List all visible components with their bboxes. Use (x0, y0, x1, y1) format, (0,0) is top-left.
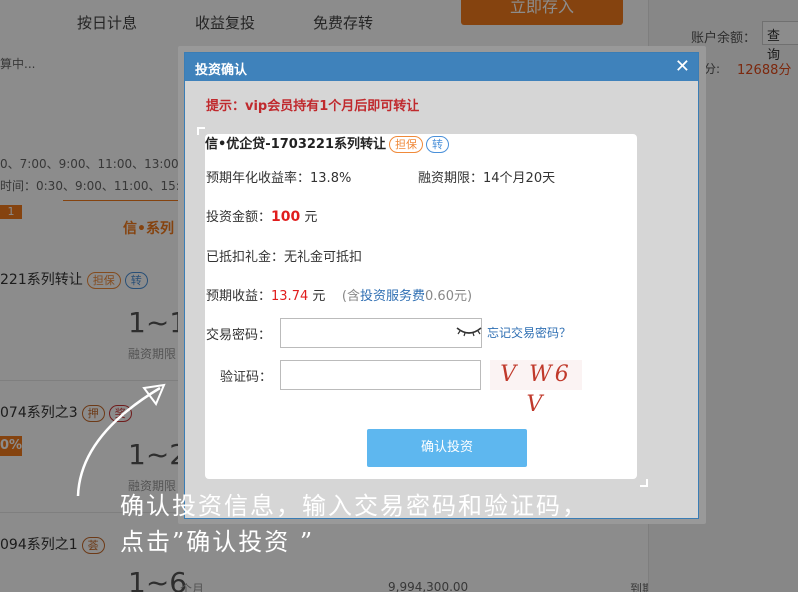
tag-guarantee: 担保 (389, 136, 424, 153)
highlight-corner (197, 127, 205, 135)
annotation-line-2: 点击”确认投资 ” (120, 528, 315, 556)
product-title: 信•优企贷-1703221系列转让 担保转 (205, 133, 450, 153)
tag-transfer: 转 (426, 136, 450, 153)
service-fee-link[interactable]: 投资服务费 (360, 289, 425, 304)
password-label: 交易密码： (206, 328, 272, 343)
annotation-arrow-icon (76, 383, 166, 497)
eye-closed-icon[interactable] (455, 322, 483, 338)
income-row: 预期收益：13.74 元 (含投资服务费0.60元) (206, 289, 473, 304)
dialog-title: 投资确认 (195, 63, 248, 78)
dialog-header: 投资确认 ✕ (185, 53, 698, 81)
amount-value: 100 (271, 209, 301, 225)
rate-row: 预期年化收益率：13.8% (206, 171, 352, 186)
amount-row: 投资金额：100 元 (206, 209, 318, 225)
trade-password-input[interactable] (280, 318, 482, 348)
confirm-invest-button[interactable]: 确认投资 (367, 429, 527, 467)
captcha-input[interactable] (280, 360, 481, 390)
annotation-line-1: 确认投资信息，输入交易密码和验证码， (120, 492, 588, 520)
close-icon[interactable]: ✕ (675, 56, 690, 77)
term-row: 融资期限：14个月20天 (418, 171, 556, 186)
highlight-corner (640, 479, 648, 487)
income-value: 13.74 (271, 289, 309, 304)
tutorial-annotation: 确认投资信息，输入交易密码和验证码， 点击”确认投资 ” (120, 488, 680, 560)
vip-hint: 提示：vip会员持有1个月后即可转让 (206, 99, 420, 114)
forgot-password-link[interactable]: 忘记交易密码？ (487, 324, 571, 341)
captcha-label: 验证码： (220, 370, 273, 385)
captcha-image[interactable]: V W6 V (490, 360, 582, 417)
coupon-row: 已抵扣礼金：无礼金可抵扣 (206, 250, 363, 265)
